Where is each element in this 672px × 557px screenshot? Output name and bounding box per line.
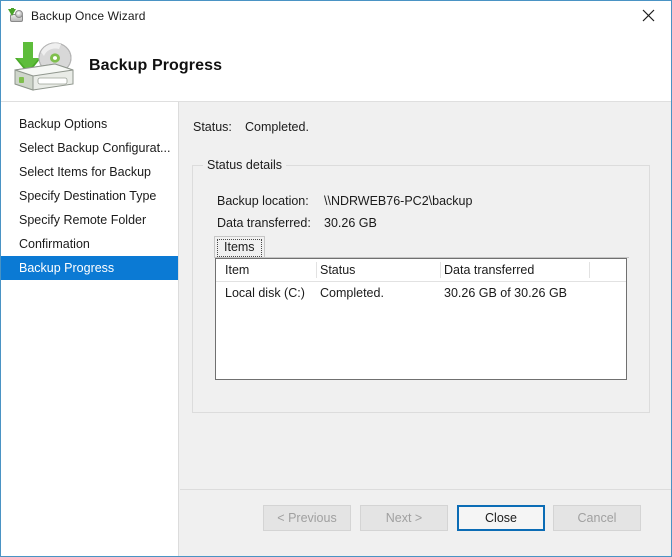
window-title: Backup Once Wizard <box>31 9 146 23</box>
column-header-data-transferred[interactable]: Data transferred <box>444 259 584 281</box>
backup-location-value: \\NDRWEB76-PC2\backup <box>324 194 473 208</box>
close-icon[interactable] <box>626 1 671 30</box>
tab-items-label: Items <box>224 240 255 254</box>
sidebar-item-label: Backup Options <box>19 117 108 131</box>
sidebar-item-label: Select Backup Configurat... <box>19 141 171 155</box>
backup-disk-large-icon <box>11 36 79 94</box>
status-value: Completed. <box>245 120 309 134</box>
content-pane: Status: Completed. Status details Backup … <box>180 102 671 489</box>
data-transferred-label: Data transferred: <box>217 216 311 230</box>
backup-location-row: Backup location: \\NDRWEB76-PC2\backup <box>217 194 472 208</box>
wizard-footer: < Previous Next > Close Cancel <box>180 489 671 556</box>
tab-strip: Items <box>214 236 629 258</box>
sidebar-item-confirmation[interactable]: Confirmation <box>1 232 178 256</box>
sidebar-item-backup-progress[interactable]: Backup Progress <box>1 256 178 280</box>
backup-disk-icon <box>8 8 24 24</box>
table-row[interactable]: Local disk (C:) Completed. 30.26 GB of 3… <box>216 282 626 304</box>
backup-location-label: Backup location: <box>217 194 309 208</box>
sidebar-item-specify-destination-type[interactable]: Specify Destination Type <box>1 184 178 208</box>
column-divider <box>589 262 590 278</box>
column-header-item[interactable]: Item <box>225 259 317 281</box>
cell-data-transferred: 30.26 GB of 30.26 GB <box>444 286 567 300</box>
status-details-group: Status details Backup location: \\NDRWEB7… <box>192 158 650 413</box>
next-button[interactable]: Next > <box>360 505 448 531</box>
sidebar-item-label: Specify Remote Folder <box>19 213 147 227</box>
column-header-status[interactable]: Status <box>320 259 440 281</box>
sidebar-item-label: Confirmation <box>19 237 90 251</box>
sidebar-item-label: Select Items for Backup <box>19 165 152 179</box>
previous-button[interactable]: < Previous <box>263 505 351 531</box>
close-button[interactable]: Close <box>457 505 545 531</box>
status-line: Status: Completed. <box>193 120 309 134</box>
cancel-button[interactable]: Cancel <box>553 505 641 531</box>
cell-item: Local disk (C:) <box>225 286 305 300</box>
items-grid[interactable]: Item Status Data transferred Local disk … <box>215 258 627 380</box>
column-divider <box>316 262 317 278</box>
sidebar-item-specify-remote-folder[interactable]: Specify Remote Folder <box>1 208 178 232</box>
sidebar-item-select-backup-configuration[interactable]: Select Backup Configurat... <box>1 136 178 160</box>
grid-header-row: Item Status Data transferred <box>216 259 626 282</box>
status-label: Status: <box>193 120 232 134</box>
data-transferred-value: 30.26 GB <box>324 216 377 230</box>
title-bar: Backup Once Wizard <box>1 1 671 31</box>
sidebar-item-label: Backup Progress <box>19 261 115 275</box>
status-details-legend: Status details <box>203 158 287 172</box>
sidebar-item-select-items-for-backup[interactable]: Select Items for Backup <box>1 160 178 184</box>
sidebar-item-backup-options[interactable]: Backup Options <box>1 112 178 136</box>
cell-status: Completed. <box>320 286 384 300</box>
backup-once-wizard-window: Backup Once Wizard Backup Progress Backu… <box>0 0 672 557</box>
page-title: Backup Progress <box>89 57 223 74</box>
sidebar-item-label: Specify Destination Type <box>19 189 157 203</box>
tab-items[interactable]: Items <box>214 236 265 257</box>
data-transferred-row: Data transferred: 30.26 GB <box>217 216 377 230</box>
wizard-banner: Backup Progress <box>1 31 671 102</box>
wizard-step-list: Backup Options Select Backup Configurat.… <box>1 102 179 556</box>
column-divider <box>440 262 441 278</box>
